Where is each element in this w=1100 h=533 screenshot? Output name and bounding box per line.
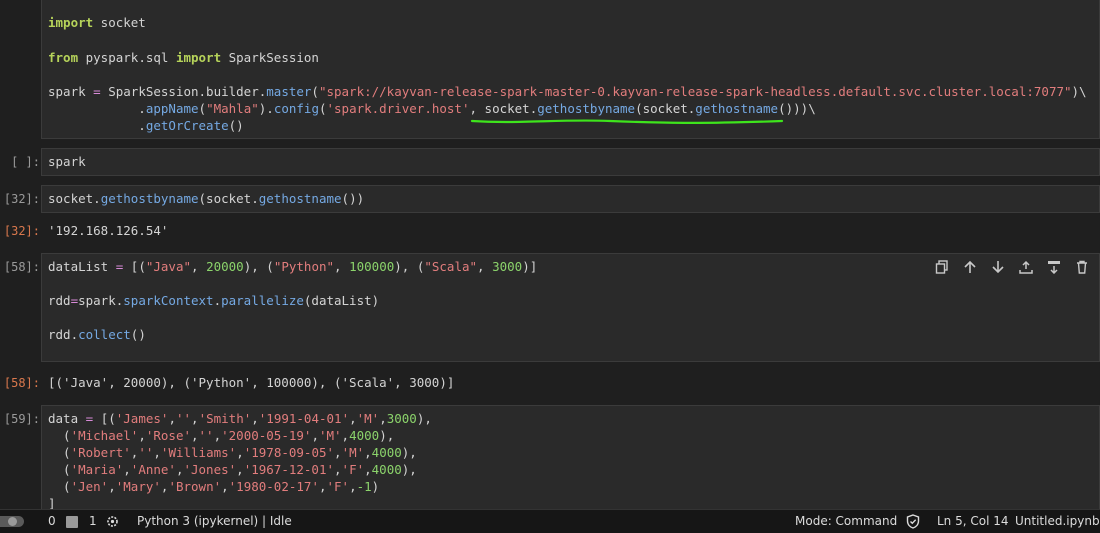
terminal-icon[interactable] <box>66 516 78 528</box>
move-up-icon[interactable] <box>961 258 979 276</box>
cell-2-line-1: spark <box>48 154 86 169</box>
shield-icon[interactable] <box>906 514 920 532</box>
cell-4-line-2: rdd=spark.sparkContext.parallelize(dataL… <box>48 293 380 308</box>
notebook-filename[interactable]: Untitled.ipynb <box>1015 514 1100 528</box>
move-down-icon[interactable] <box>989 258 1007 276</box>
cell-4-prompt: [58]: <box>3 260 40 274</box>
code-cell-1[interactable]: import socket from pyspark.sql import Sp… <box>0 0 1100 140</box>
cell-4-line-1: dataList = [("Java", 20000), ("Python", … <box>48 259 538 274</box>
cell-1-line-2: from pyspark.sql import SparkSession <box>48 50 319 65</box>
kernel-gear-icon[interactable] <box>106 515 119 531</box>
copy-icon[interactable] <box>933 258 951 276</box>
cell-toolbar <box>933 258 1091 276</box>
status-bar: 0 1 Python 3 (ipykernel) | Idle Mode: Co… <box>0 509 1100 533</box>
cell-4-output-prompt: [58]: <box>3 376 40 390</box>
cell-3-output: '192.168.126.54' <box>48 223 169 238</box>
cell-5-line-2: ('Michael','Rose','','2000-05-19','M',40… <box>48 428 395 443</box>
cell-1-line-4: .appName("Mahla").config('spark.driver.h… <box>48 101 816 116</box>
cell-3-line-1: socket.gethostbyname(socket.gethostname(… <box>48 191 365 206</box>
kernels-count[interactable]: 1 <box>89 514 97 528</box>
cell-5-prompt: [59]: <box>3 412 40 426</box>
delete-icon[interactable] <box>1073 258 1091 276</box>
cell-5-line-4: ('Maria','Anne','Jones','1967-12-01','F'… <box>48 462 417 477</box>
insert-below-icon[interactable] <box>1045 258 1063 276</box>
kernel-status[interactable]: Python 3 (ipykernel) | Idle <box>137 514 292 528</box>
simple-mode-toggle[interactable] <box>0 516 24 527</box>
cell-4-output: [('Java', 20000), ('Python', 100000), ('… <box>48 375 455 390</box>
cell-1-line-1: import socket <box>48 15 146 30</box>
cursor-position[interactable]: Ln 5, Col 14 <box>937 514 1009 528</box>
terminals-count[interactable]: 0 <box>48 514 56 528</box>
code-cell-3[interactable]: [32]: socket.gethostbyname(socket.gethos… <box>0 185 1100 245</box>
cell-5-line-6: ] <box>48 496 56 509</box>
code-cell-2[interactable]: [ ]: spark <box>0 148 1100 178</box>
cell-3-prompt: [32]: <box>3 192 40 206</box>
code-cell-5[interactable]: [59]: data = [('James','','Smith','1991-… <box>0 405 1100 509</box>
code-cell-4[interactable]: [58]: dataList = [("Java", 20000), ("Pyt… <box>0 253 1100 393</box>
cell-5-line-3: ('Robert','','Williams','1978-09-05','M'… <box>48 445 417 460</box>
cell-4-line-3: rdd.collect() <box>48 327 146 342</box>
mode-indicator[interactable]: Mode: Command <box>795 514 897 528</box>
cell-1-line-3: spark = SparkSession.builder.master("spa… <box>48 84 1087 99</box>
cell-1-line-5: .getOrCreate() <box>48 118 244 133</box>
cell-3-output-prompt: [32]: <box>3 224 40 238</box>
cell-5-line-5: ('Jen','Mary','Brown','1980-02-17','F',-… <box>48 479 380 494</box>
cell-2-prompt: [ ]: <box>11 155 40 169</box>
insert-above-icon[interactable] <box>1017 258 1035 276</box>
cell-2-editor[interactable] <box>41 148 1100 176</box>
cell-5-line-1: data = [('James','','Smith','1991-04-01'… <box>48 411 432 426</box>
